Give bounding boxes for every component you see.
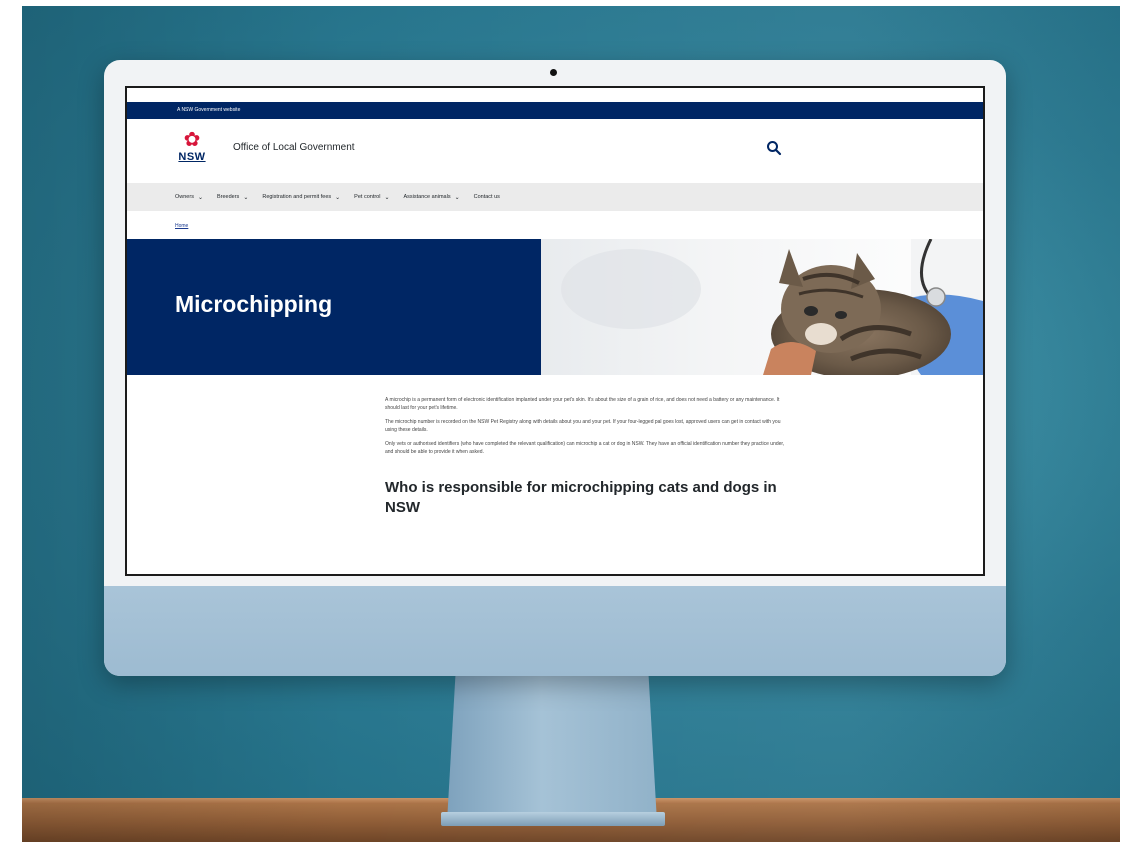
main-content: A microchip is a permanent form of elect… (127, 375, 785, 518)
monitor-stand-base (441, 812, 665, 826)
nav-item-label: Assistance animals (403, 194, 451, 200)
gov-banner: A NSW Government website (127, 102, 983, 119)
monitor-chin (104, 586, 1006, 676)
screen-top-strip (127, 88, 983, 102)
kitten-illustration (561, 239, 983, 375)
waratah-icon: ✿ (183, 127, 201, 151)
nav-item-pet-control[interactable]: Pet control ⌄ (354, 194, 389, 201)
chevron-down-icon: ⌄ (243, 194, 249, 201)
hero-image-kitten (541, 239, 983, 375)
nav-item-breeders[interactable]: Breeders ⌄ (217, 194, 248, 201)
monitor-screen: A NSW Government website ✿ NSW Office of… (125, 86, 985, 576)
nav-item-owners[interactable]: Owners ⌄ (175, 194, 203, 201)
main-nav: Owners ⌄ Breeders ⌄ Registration and per… (127, 183, 983, 211)
chevron-down-icon: ⌄ (454, 194, 460, 201)
nav-item-label: Owners (175, 194, 194, 200)
site-title[interactable]: Office of Local Government (233, 142, 355, 153)
hero-banner: Microchipping (127, 239, 983, 375)
hero-panel: Microchipping (127, 239, 541, 375)
site-header: ✿ NSW Office of Local Government (127, 119, 983, 183)
content-paragraph: Only vets or authorised identifiers (who… (385, 441, 785, 455)
monitor-stand (447, 676, 657, 822)
nav-item-registration[interactable]: Registration and permit fees ⌄ (262, 194, 340, 201)
nav-item-label: Breeders (216, 194, 240, 200)
chevron-down-icon: ⌄ (384, 194, 390, 201)
page-title: Microchipping (175, 291, 333, 317)
section-heading: Who is responsible for microchipping cat… (385, 479, 777, 516)
chevron-down-icon: ⌄ (197, 194, 203, 201)
nav-item-contact[interactable]: Contact us (474, 194, 500, 200)
nav-item-label: Registration and permit fees (262, 194, 332, 200)
logo-text: NSW (178, 151, 206, 163)
nav-item-label: Contact us (473, 194, 500, 200)
breadcrumb: Home (127, 211, 983, 239)
chevron-down-icon: ⌄ (335, 194, 341, 201)
nsw-logo[interactable]: ✿ NSW (174, 129, 210, 171)
nav-item-assistance-animals[interactable]: Assistance animals ⌄ (404, 194, 460, 201)
search-icon[interactable] (765, 139, 783, 157)
nav-item-label: Pet control (354, 194, 381, 200)
content-paragraph: The microchip number is recorded on the … (385, 419, 781, 433)
gov-banner-text: A NSW Government website (177, 107, 241, 113)
breadcrumb-home-link[interactable]: Home (175, 223, 188, 229)
webcam-icon (550, 69, 557, 76)
content-paragraph: A microchip is a permanent form of elect… (385, 397, 780, 411)
